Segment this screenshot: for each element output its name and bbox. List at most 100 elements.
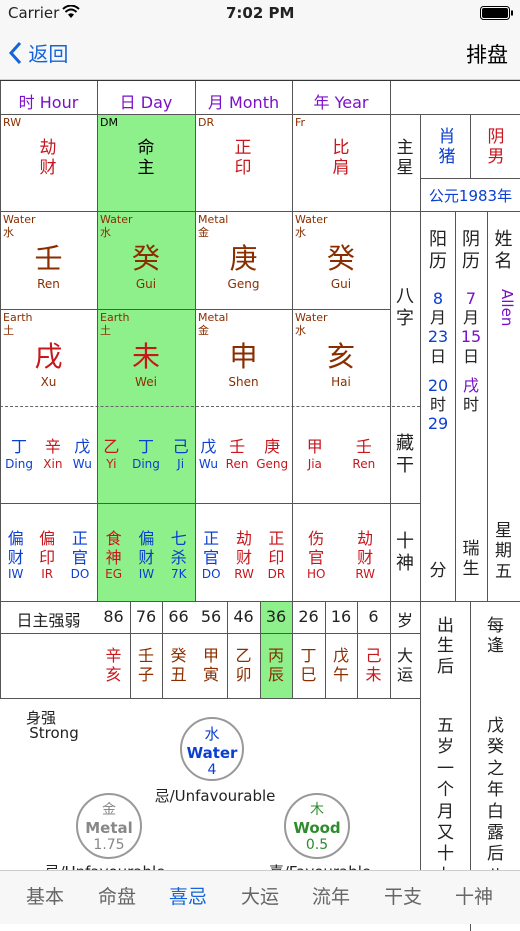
carrier-label: Carrier	[8, 4, 60, 22]
wood-element-circle[interactable]: 木 Wood 0.5	[284, 793, 350, 859]
branch-day: 未	[131, 340, 160, 373]
dayun-label: 大运	[396, 646, 413, 685]
zodiac: 肖猪	[438, 127, 456, 168]
tab-favourable[interactable]: 喜忌	[151, 870, 225, 924]
back-label: 返回	[28, 42, 69, 66]
age-8: 6	[368, 607, 379, 626]
god-code-month: DR	[198, 116, 215, 129]
person-name: Allen	[498, 289, 516, 327]
stem-day-pinyin: Gui	[135, 277, 157, 291]
hidden-stems-month: 戊 Wu 壬 Ren 庚 Geng	[198, 437, 289, 471]
stem-month-pinyin: Geng	[227, 277, 260, 291]
branch-year-pinyin: Hai	[331, 375, 351, 389]
battery-icon	[480, 6, 513, 20]
solar-label: 阳历	[429, 229, 447, 272]
bazi-chart: 时 Hour 日 Day 月 Month 年 Year RW DM DR Fr …	[0, 80, 520, 931]
dayun-8: 己未	[365, 646, 382, 685]
tab-dayun[interactable]: 大运	[223, 870, 297, 924]
wifi-icon	[62, 5, 80, 18]
god-code-day: DM	[100, 116, 118, 129]
branch-year: 亥	[326, 340, 355, 373]
ten-gods-hour: 偏财 IW 偏印 IR 正官 DO	[7, 529, 90, 582]
age-5: 36	[265, 607, 287, 626]
branch-hour: 戌	[34, 340, 63, 373]
tab-basic[interactable]: 基本	[8, 870, 82, 924]
dayun-4: 乙卯	[235, 646, 252, 685]
dayun-0: 辛亥	[105, 646, 122, 685]
hidden-stems-year: 甲 Jia 壬 Ren	[306, 437, 376, 471]
lunar-date: 7月 15 日 戌时	[460, 289, 482, 414]
god-hour: 劫财	[39, 138, 57, 179]
stem-hour-pinyin: Ren	[37, 277, 60, 291]
strength-label: 日主强弱	[16, 611, 81, 630]
water-element-circle[interactable]: 水 Water 4	[180, 717, 244, 781]
canggan-label: 藏干	[396, 433, 414, 476]
ten-gods-day: 食神 EG 偏财 IW 七杀 7K	[105, 529, 187, 582]
stem-hour: 壬	[34, 242, 63, 275]
dayun-6: 丁巳	[300, 646, 317, 685]
bazi-label: 八字	[396, 286, 414, 329]
age-0: 86	[103, 607, 124, 626]
branch-hour-pinyin: Xu	[40, 375, 57, 389]
dayun-1: 壬子	[137, 646, 154, 685]
gender: 阴男	[487, 127, 505, 168]
stem-year-pinyin: Gui	[330, 277, 352, 291]
dayun-3: 甲寅	[202, 646, 219, 685]
age-1: 76	[135, 607, 157, 626]
weekday: 星期五	[495, 521, 512, 582]
god-year: 比肩	[332, 138, 350, 179]
zhuxing-label: 主星	[396, 138, 414, 179]
god-code-year: Fr	[295, 116, 306, 129]
god-day: 命主	[137, 138, 155, 179]
header-month: 月 Month	[207, 93, 280, 112]
dayun-2: 癸丑	[170, 646, 187, 685]
age-4: 46	[233, 607, 254, 626]
branch-month-pinyin: Shen	[228, 375, 259, 389]
solar-date: 8月 23 日 20 时 29	[427, 289, 449, 434]
age-2: 66	[168, 607, 189, 626]
age-7: 16	[330, 607, 352, 626]
page-title: 排盘	[466, 43, 508, 67]
clock: 7:02 PM	[226, 4, 295, 22]
tab-shishen[interactable]: 十神	[437, 870, 511, 924]
hidden-stems-day: 乙 Yi 丁 Ding 己 Ji	[103, 437, 189, 471]
header-day: 日 Day	[119, 93, 173, 112]
meifeng: 每逢	[487, 616, 504, 657]
tab-chart[interactable]: 命盘	[80, 870, 154, 924]
status-bar: Carrier 7:02 PM	[0, 0, 520, 26]
name-label: 姓名	[494, 229, 513, 272]
god-code-hour: RW	[3, 116, 22, 129]
ten-gods-year: 伤官 HO 劫财 RW	[306, 529, 376, 582]
metal-element-circle[interactable]: 金 Metal 1.75	[76, 793, 142, 859]
stem-day: 癸	[131, 242, 160, 275]
tab-ganzhi[interactable]: 干支	[366, 870, 440, 924]
branch-day-pinyin: Wei	[135, 375, 157, 389]
ruisheng-label: 瑞生	[462, 539, 480, 580]
back-button[interactable]: 返回	[8, 38, 68, 68]
dayun-7: 戊午	[332, 646, 349, 685]
jiaoyun-text: 戊癸之年 白露后八	[487, 716, 504, 886]
water-label: 忌/Unfavourable	[154, 787, 276, 805]
stem-year: 癸	[326, 242, 355, 275]
hidden-stems-hour: 丁 Ding 辛 Xin 戊 Wu	[5, 437, 92, 471]
birth-after: 出生后	[437, 616, 454, 677]
shishen-label: 十神	[396, 531, 414, 574]
fen-label: 分	[429, 561, 447, 581]
ten-gods-month: 正官 DO 劫财 RW 正印 DR	[201, 529, 286, 582]
strength-en: Strong	[29, 724, 79, 742]
god-month: 正印	[234, 138, 252, 179]
age-text: 五岁一个 月又十九	[437, 716, 454, 886]
chevron-left-icon	[8, 41, 22, 64]
stem-month: 庚	[229, 242, 258, 275]
header-hour: 时 Hour	[18, 93, 79, 112]
tab-liunian[interactable]: 流年	[294, 870, 368, 924]
sui-label: 岁	[396, 611, 413, 630]
dayun-5: 丙辰	[267, 646, 284, 685]
lunar-label: 阴历	[462, 229, 480, 272]
year-ad: 公元1983年	[428, 187, 513, 205]
navigation-bar: 返回 排盘	[0, 26, 520, 80]
branch-month: 申	[229, 340, 258, 373]
header-year: 年 Year	[313, 93, 369, 112]
age-3: 56	[200, 607, 222, 626]
age-6: 26	[298, 607, 319, 626]
